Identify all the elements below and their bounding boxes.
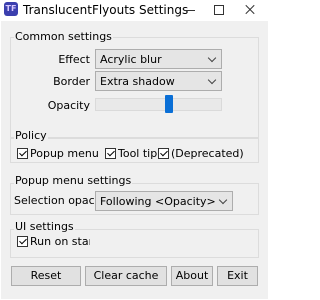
maximize-icon[interactable] bbox=[208, 0, 230, 20]
deprecated-label: (Deprecated) bbox=[171, 147, 244, 160]
chevron-down-icon bbox=[207, 75, 217, 85]
clear-cache-button[interactable]: Clear cache bbox=[85, 266, 167, 286]
minimize-icon[interactable] bbox=[179, 0, 201, 20]
close-icon[interactable] bbox=[239, 0, 261, 20]
checkbox-icon bbox=[158, 148, 169, 159]
opacity-slider-thumb[interactable] bbox=[165, 95, 174, 113]
window-title: TranslucentFlyouts Settings bbox=[23, 3, 189, 17]
popup-menu-settings-title: Popup menu settings bbox=[14, 174, 133, 187]
deprecated-checkbox[interactable]: (Deprecated) bbox=[158, 147, 244, 161]
border-label: Border bbox=[53, 75, 90, 88]
opacity-slider[interactable] bbox=[95, 98, 222, 111]
chevron-down-icon bbox=[207, 53, 217, 63]
effect-select[interactable]: Acrylic blur bbox=[95, 49, 222, 69]
checkbox-icon bbox=[17, 148, 28, 159]
tool-tip-label: Tool tip bbox=[118, 147, 158, 160]
about-button[interactable]: About bbox=[171, 266, 213, 286]
run-on-startup-label: Run on startup bbox=[30, 235, 90, 248]
selection-opacity-select[interactable]: Following <Opacity> bbox=[95, 191, 233, 211]
chevron-down-icon bbox=[218, 195, 228, 205]
tool-tip-checkbox[interactable]: Tool tip bbox=[105, 147, 158, 161]
run-on-startup-checkbox[interactable]: Run on startup bbox=[17, 235, 90, 249]
app-icon-text: TF bbox=[5, 4, 17, 13]
popup-menu-label: Popup menu bbox=[30, 147, 99, 160]
effect-label: Effect bbox=[58, 53, 90, 66]
border-value: Extra shadow bbox=[100, 75, 175, 88]
popup-menu-checkbox[interactable]: Popup menu bbox=[17, 147, 99, 161]
border-select[interactable]: Extra shadow bbox=[95, 71, 222, 91]
selection-opacity-value: Following <Opacity> bbox=[100, 195, 216, 208]
checkbox-icon bbox=[105, 148, 116, 159]
exit-button[interactable]: Exit bbox=[217, 266, 258, 286]
effect-value: Acrylic blur bbox=[100, 53, 162, 66]
app-icon: TF bbox=[4, 2, 18, 16]
title-bar: TF TranslucentFlyouts Settings bbox=[0, 0, 269, 20]
reset-button[interactable]: Reset bbox=[11, 266, 81, 286]
common-settings-title: Common settings bbox=[14, 30, 113, 43]
policy-title: Policy bbox=[14, 129, 48, 142]
opacity-label: Opacity bbox=[47, 99, 90, 112]
ui-settings-title: UI settings bbox=[14, 220, 75, 233]
checkbox-icon bbox=[17, 236, 28, 247]
window-client-area: Common settings Effect Acrylic blur Bord… bbox=[1, 21, 268, 299]
